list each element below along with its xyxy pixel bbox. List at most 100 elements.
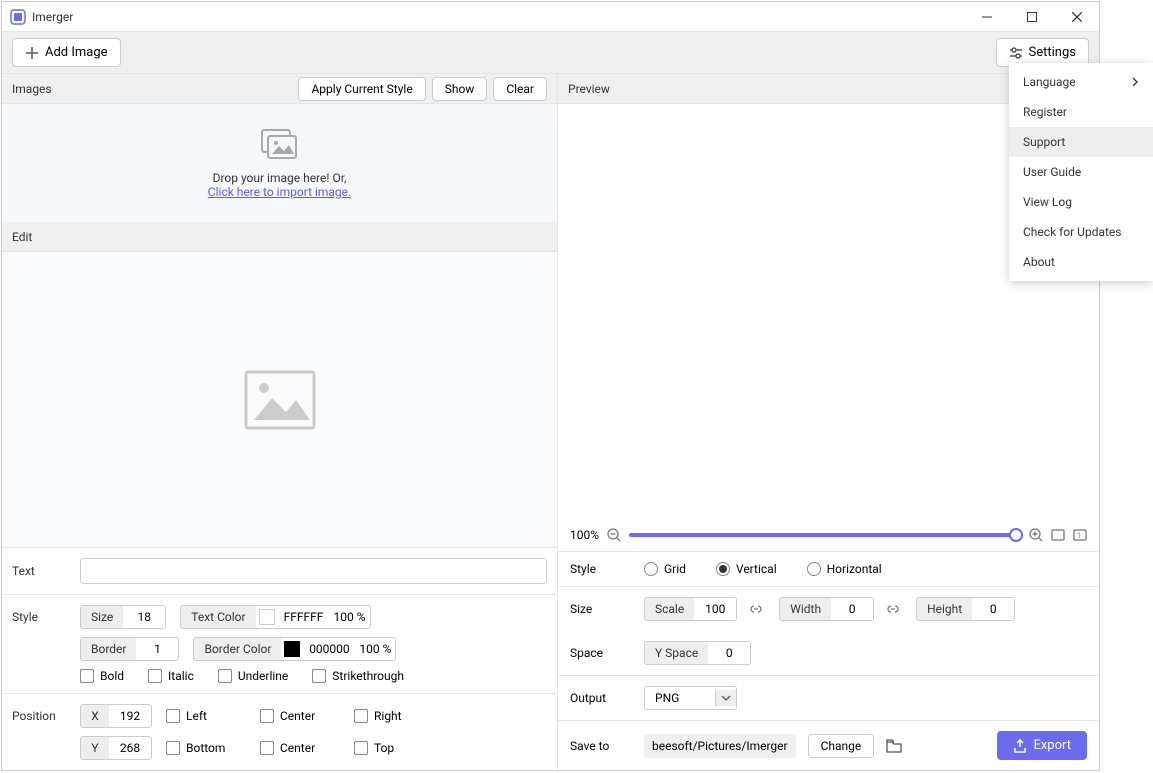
- strikethrough-checkbox[interactable]: Strikethrough: [312, 669, 404, 683]
- change-button[interactable]: Change: [808, 734, 875, 758]
- output-row: Output PNG: [558, 676, 1099, 721]
- chevron-right-icon: [1131, 77, 1139, 87]
- border-color-field: Border Color 100 %: [193, 637, 396, 661]
- settings-menu: Language Register Support User Guide Vie…: [1009, 63, 1153, 281]
- border-color-hex[interactable]: [303, 638, 355, 660]
- text-label: Text: [12, 564, 80, 578]
- text-color-sublabel: Text Color: [181, 606, 255, 628]
- menu-register[interactable]: Register: [1009, 97, 1153, 127]
- add-image-label: Add Image: [45, 45, 108, 60]
- center-h-checkbox[interactable]: Center: [260, 709, 330, 723]
- y-input[interactable]: [109, 737, 151, 759]
- apply-style-button[interactable]: Apply Current Style: [298, 77, 425, 101]
- layout-space-label: Space: [570, 646, 638, 660]
- app-title: Imerger: [32, 10, 73, 24]
- yspace-input[interactable]: [708, 642, 750, 664]
- drop-text: Drop your image here! Or,: [213, 171, 347, 185]
- bottom-checkbox[interactable]: Bottom: [166, 741, 236, 755]
- output-format-select[interactable]: PNG: [644, 686, 737, 710]
- image-placeholder-icon: [244, 370, 316, 430]
- layout-style-row: Style Grid Vertical Horizontal: [558, 552, 1099, 587]
- export-label: Export: [1033, 738, 1071, 753]
- border-field: Border: [80, 637, 179, 661]
- width-input[interactable]: [831, 598, 873, 620]
- left-checkbox[interactable]: Left: [166, 709, 236, 723]
- link-wh-icon[interactable]: [886, 602, 900, 616]
- menu-check-updates[interactable]: Check for Updates: [1009, 217, 1153, 247]
- export-button[interactable]: Export: [997, 731, 1087, 760]
- yspace-field: Y Space: [644, 641, 751, 665]
- zoom-row: 100% 1: [558, 518, 1099, 552]
- link-scale-icon[interactable]: [749, 602, 763, 616]
- output-label: Output: [570, 691, 638, 705]
- position-section: Position X Left Center Right Y Bottom: [2, 693, 557, 770]
- minimize-button[interactable]: [964, 2, 1009, 31]
- zoom-slider[interactable]: [629, 533, 1021, 537]
- menu-language[interactable]: Language: [1009, 67, 1153, 97]
- menu-about[interactable]: About: [1009, 247, 1153, 277]
- settings-label: Settings: [1029, 45, 1076, 60]
- preview-title: Preview: [568, 82, 610, 96]
- italic-checkbox[interactable]: Italic: [148, 669, 194, 683]
- vertical-radio[interactable]: Vertical: [716, 562, 777, 576]
- top-checkbox[interactable]: Top: [354, 741, 394, 755]
- center-v-checkbox[interactable]: Center: [260, 741, 330, 755]
- height-input[interactable]: [972, 598, 1014, 620]
- text-color-hex[interactable]: [278, 606, 330, 628]
- border-sublabel: Border: [81, 638, 136, 660]
- layout-size-label: Size: [570, 602, 638, 616]
- zoom-out-icon[interactable]: [607, 528, 621, 542]
- output-format-value: PNG: [645, 687, 715, 709]
- images-title: Images: [12, 82, 52, 96]
- menu-support[interactable]: Support: [1009, 127, 1153, 157]
- close-button[interactable]: [1054, 2, 1099, 31]
- text-color-pct[interactable]: 100 %: [330, 606, 370, 628]
- drop-zone[interactable]: Drop your image here! Or, Click here to …: [2, 104, 557, 222]
- edit-canvas: [2, 252, 557, 547]
- content-area: Images Apply Current Style Show Clear Dr…: [2, 74, 1099, 770]
- images-header: Images Apply Current Style Show Clear: [2, 74, 557, 104]
- text-color-swatch[interactable]: [256, 606, 278, 628]
- zoom-in-icon[interactable]: [1029, 528, 1043, 542]
- horizontal-radio[interactable]: Horizontal: [807, 562, 882, 576]
- menu-view-log[interactable]: View Log: [1009, 187, 1153, 217]
- settings-icon: [1009, 46, 1023, 60]
- saveto-row: Save to beesoft/Pictures/Imerger Change …: [558, 721, 1099, 770]
- menu-user-guide[interactable]: User Guide: [1009, 157, 1153, 187]
- plus-icon: [25, 46, 39, 60]
- border-color-pct[interactable]: 100 %: [355, 638, 395, 660]
- border-color-sublabel: Border Color: [194, 638, 281, 660]
- edit-header: Edit: [2, 222, 557, 252]
- underline-checkbox[interactable]: Underline: [218, 669, 288, 683]
- layout-style-label: Style: [570, 562, 638, 576]
- actual-size-icon[interactable]: 1: [1073, 528, 1087, 542]
- bold-checkbox[interactable]: Bold: [80, 669, 124, 683]
- zoom-slider-thumb[interactable]: [1009, 528, 1023, 542]
- grid-radio[interactable]: Grid: [644, 562, 686, 576]
- left-panel: Images Apply Current Style Show Clear Dr…: [2, 74, 558, 770]
- folder-icon[interactable]: [886, 739, 902, 753]
- border-input[interactable]: [136, 638, 178, 660]
- right-checkbox[interactable]: Right: [354, 709, 402, 723]
- svg-text:1: 1: [1077, 532, 1081, 540]
- image-stack-icon: [259, 127, 301, 161]
- x-field: X: [80, 704, 152, 728]
- maximize-button[interactable]: [1009, 2, 1054, 31]
- clear-button[interactable]: Clear: [493, 77, 547, 101]
- size-sublabel: Size: [81, 606, 123, 628]
- width-field: Width: [779, 597, 874, 621]
- show-button[interactable]: Show: [432, 77, 488, 101]
- add-image-button[interactable]: Add Image: [12, 38, 121, 67]
- import-link[interactable]: Click here to import image.: [208, 185, 351, 199]
- text-input[interactable]: [80, 558, 547, 584]
- size-input[interactable]: [123, 606, 165, 628]
- border-color-swatch[interactable]: [281, 638, 303, 660]
- titlebar: Imerger: [2, 2, 1099, 32]
- position-label: Position: [12, 709, 80, 723]
- app-icon: [10, 9, 26, 25]
- export-icon: [1013, 739, 1027, 753]
- x-input[interactable]: [109, 705, 151, 727]
- x-sublabel: X: [81, 705, 109, 727]
- scale-input[interactable]: [694, 598, 736, 620]
- fit-screen-icon[interactable]: [1051, 528, 1065, 542]
